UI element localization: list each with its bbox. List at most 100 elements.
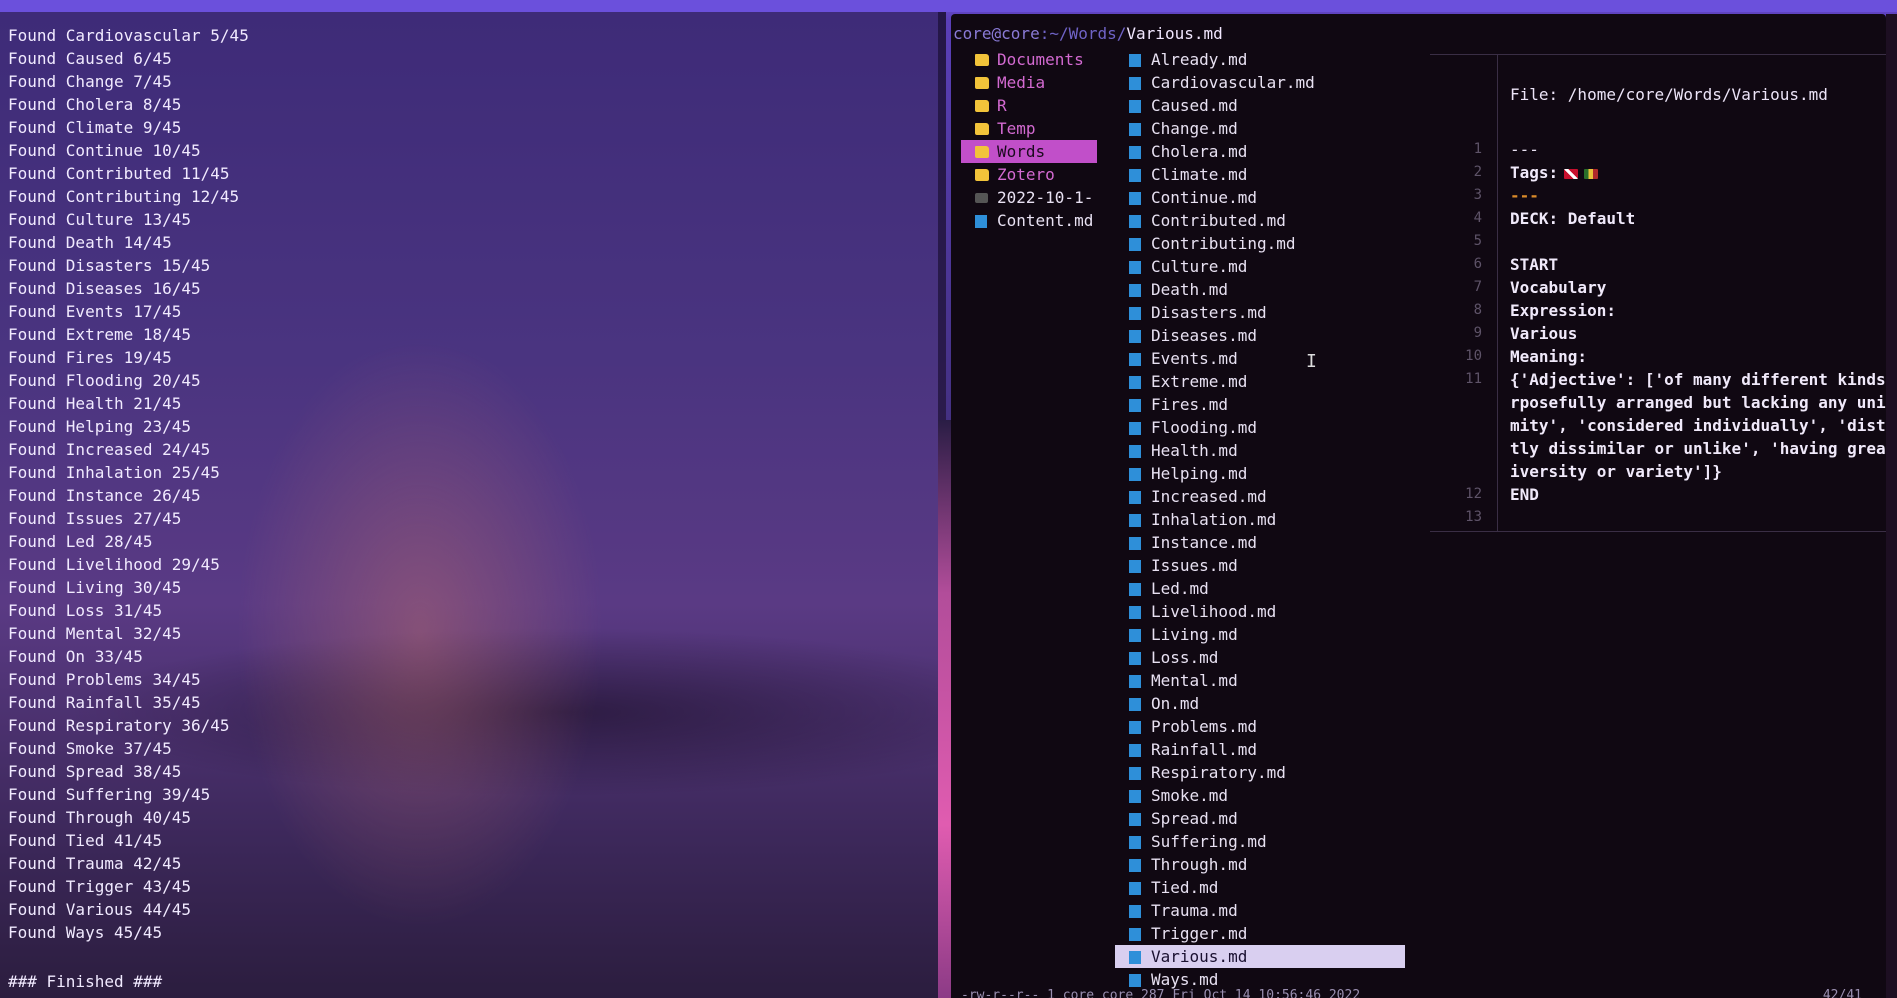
terminal-line: Found Instance 26/45: [8, 486, 201, 505]
file-name: Inhalation.md: [1151, 510, 1277, 529]
terminal-line: Found Respiratory 36/45: [8, 716, 230, 735]
terminal-line: Found Disasters 15/45: [8, 256, 211, 275]
item-label: R: [997, 96, 1007, 115]
file-item[interactable]: Extreme.md: [1115, 370, 1405, 393]
file-icon: [1129, 928, 1141, 941]
terminal-line: Found Events 17/45: [8, 302, 182, 321]
file-item[interactable]: Trauma.md: [1115, 899, 1405, 922]
terminal-line: Found Smoke 37/45: [8, 739, 172, 758]
item-label: Documents: [997, 50, 1084, 69]
line-text: DECK: Default: [1510, 207, 1635, 230]
uk-flag-icon: [1564, 168, 1579, 179]
file-name: Respiratory.md: [1151, 763, 1286, 782]
file-item[interactable]: Helping.md: [1115, 462, 1405, 485]
line-text-content: Expression:: [1510, 301, 1616, 320]
file-icon: [1129, 169, 1141, 182]
file-item[interactable]: Increased.md: [1115, 485, 1405, 508]
file-name: Flooding.md: [1151, 418, 1257, 437]
file-item[interactable]: Cholera.md: [1115, 140, 1405, 163]
line-number: 3: [1473, 187, 1482, 203]
file-item[interactable]: Inhalation.md: [1115, 508, 1405, 531]
file-item[interactable]: Disasters.md: [1115, 301, 1405, 324]
window-edge: [1886, 14, 1897, 998]
file-item[interactable]: Loss.md: [1115, 646, 1405, 669]
file-item[interactable]: Suffering.md: [1115, 830, 1405, 853]
file-icon: [1129, 100, 1141, 113]
file-item[interactable]: Continue.md: [1115, 186, 1405, 209]
folder-icon: [975, 100, 989, 112]
file-item[interactable]: Contributed.md: [1115, 209, 1405, 232]
line-number: 12: [1465, 486, 1482, 502]
line-text: Tags:: [1510, 161, 1599, 184]
file-item[interactable]: Trigger.md: [1115, 922, 1405, 945]
parent-item-2022-10-1-[interactable]: 2022-10-1-: [961, 186, 1097, 209]
parent-item-r[interactable]: R: [961, 94, 1097, 117]
terminal-line: Found Increased 24/45: [8, 440, 211, 459]
file-item[interactable]: Cardiovascular.md: [1115, 71, 1405, 94]
text-cursor-icon: I: [1306, 351, 1317, 372]
file-item[interactable]: Through.md: [1115, 853, 1405, 876]
parent-item-content-md[interactable]: Content.md: [961, 209, 1097, 232]
file-item[interactable]: Various.md: [1115, 945, 1405, 968]
line-text-content: {'Adjective': ['of many different kinds …: [1510, 370, 1886, 389]
line-number: 10: [1465, 348, 1482, 364]
terminal-line: Found Fires 19/45: [8, 348, 172, 367]
line-text: iversity or variety']}: [1510, 460, 1722, 483]
file-item[interactable]: Smoke.md: [1115, 784, 1405, 807]
file-preview: File: /home/core/Words/Various.md 1 --- 2 T…: [1430, 54, 1886, 532]
file-item[interactable]: Culture.md: [1115, 255, 1405, 278]
file-item[interactable]: Diseases.md: [1115, 324, 1405, 347]
file-item[interactable]: Tied.md: [1115, 876, 1405, 899]
file-icon: [1129, 353, 1141, 366]
terminal-line: Found Rainfall 35/45: [8, 693, 201, 712]
file-item[interactable]: Spread.md: [1115, 807, 1405, 830]
terminal-line: Found Through 40/45: [8, 808, 192, 827]
file-item[interactable]: Instance.md: [1115, 531, 1405, 554]
file-item[interactable]: Livelihood.md: [1115, 600, 1405, 623]
line-text-content: ---: [1510, 186, 1539, 205]
file-name: Change.md: [1151, 119, 1238, 138]
terminal-line: Found Culture 13/45: [8, 210, 192, 229]
file-icon: [1129, 951, 1141, 964]
current-directory-list[interactable]: Already.md Cardiovascular.md Caused.md Chan…: [1115, 48, 1405, 991]
file-item[interactable]: Fires.md: [1115, 393, 1405, 416]
file-icon: [1129, 123, 1141, 136]
parent-item-documents[interactable]: Documents: [961, 48, 1097, 71]
file-item[interactable]: Flooding.md: [1115, 416, 1405, 439]
parent-item-zotero[interactable]: Zotero: [961, 163, 1097, 186]
file-name: Increased.md: [1151, 487, 1267, 506]
file-item[interactable]: Problems.md: [1115, 715, 1405, 738]
parent-item-words[interactable]: Words: [961, 140, 1097, 163]
terminal-line: Found Loss 31/45: [8, 601, 163, 620]
file-item[interactable]: Contributing.md: [1115, 232, 1405, 255]
file-item[interactable]: Climate.md: [1115, 163, 1405, 186]
file-item[interactable]: Death.md: [1115, 278, 1405, 301]
line-number: 5: [1473, 233, 1482, 249]
file-item[interactable]: Events.md: [1115, 347, 1405, 370]
file-item[interactable]: Change.md: [1115, 117, 1405, 140]
item-label: Zotero: [997, 165, 1055, 184]
file-item[interactable]: Issues.md: [1115, 554, 1405, 577]
file-item[interactable]: Health.md: [1115, 439, 1405, 462]
file-item[interactable]: Respiratory.md: [1115, 761, 1405, 784]
file-item[interactable]: Rainfall.md: [1115, 738, 1405, 761]
file-item[interactable]: On.md: [1115, 692, 1405, 715]
file-item[interactable]: Living.md: [1115, 623, 1405, 646]
parent-directory-list[interactable]: Documents Media R Temp Words Zotero 2022-10-1-…: [961, 48, 1097, 232]
file-item[interactable]: Caused.md: [1115, 94, 1405, 117]
file-icon: [1129, 261, 1141, 274]
left-terminal[interactable]: Found Cardiovascular 5/45 Found Caused 6/…: [0, 12, 946, 998]
file-icon: [1129, 238, 1141, 251]
file-manager-window[interactable]: core@core:~/Words/Various.md Documents Me…: [951, 14, 1886, 998]
file-icon: [1129, 974, 1141, 987]
file-item[interactable]: Already.md: [1115, 48, 1405, 71]
parent-item-temp[interactable]: Temp: [961, 117, 1097, 140]
parent-item-media[interactable]: Media: [961, 71, 1097, 94]
terminal-line: Found Climate 9/45: [8, 118, 182, 137]
line-text: ---: [1510, 138, 1539, 161]
file-item[interactable]: Led.md: [1115, 577, 1405, 600]
file-item[interactable]: Mental.md: [1115, 669, 1405, 692]
terminal-line: Found Cholera 8/45: [8, 95, 182, 114]
terminal-line: Found Death 14/45: [8, 233, 172, 252]
file-icon: [1129, 192, 1141, 205]
